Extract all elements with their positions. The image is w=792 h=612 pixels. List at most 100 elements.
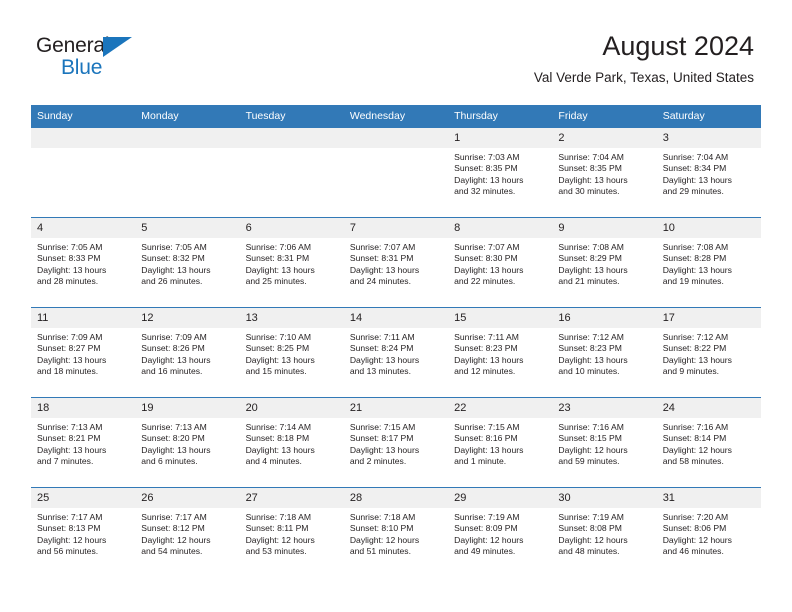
daylight-duration-line2: and 32 minutes.: [454, 186, 516, 197]
day-cell-content: 25 Sunrise: 7:17 AM Sunset: 8:13 PM Dayligh…: [31, 488, 136, 577]
day-cell-content: 8 Sunrise: 7:07 AM Sunset: 8:30 PM Daylight…: [448, 218, 553, 307]
sunset-time: Sunset: 8:31 PM: [245, 253, 310, 264]
logo-text-blue: Blue: [61, 56, 103, 79]
day-sun-info: Sunrise: 7:11 AM Sunset: 8:24 PM Daylight:…: [344, 328, 448, 378]
sunrise-time: Sunrise: 7:17 AM: [141, 512, 207, 522]
calendar-day-cell[interactable]: 13 Sunrise: 7:10 AM Sunset: 8:25 PM Dayligh…: [239, 307, 344, 398]
day-number: 26: [135, 488, 240, 508]
sunset-time: Sunset: 8:32 PM: [141, 253, 205, 264]
day-sun-info: Sunrise: 7:05 AM Sunset: 8:32 PM Daylight:…: [135, 238, 239, 288]
calendar-day-cell[interactable]: 12 Sunrise: 7:09 AM Sunset: 8:26 PM Dayligh…: [135, 307, 240, 398]
calendar-day-cell[interactable]: 18 Sunrise: 7:13 AM Sunset: 8:21 PM Dayligh…: [31, 397, 136, 488]
day-number: 24: [656, 398, 761, 418]
daylight-duration-line1: Daylight: 13 hours: [454, 444, 524, 455]
page-subtitle: Val Verde Park, Texas, United States: [533, 70, 754, 85]
daylight-duration-line1: Daylight: 12 hours: [662, 444, 732, 455]
calendar-day-cell[interactable]: 20 Sunrise: 7:14 AM Sunset: 8:18 PM Dayligh…: [239, 397, 344, 488]
calendar-day-cell[interactable]: 17 Sunrise: 7:12 AM Sunset: 8:22 PM Dayligh…: [656, 307, 761, 398]
daylight-duration-line1: Daylight: 13 hours: [662, 354, 732, 365]
calendar-day-cell[interactable]: 2 Sunrise: 7:04 AM Sunset: 8:35 PM Daylight…: [552, 127, 657, 218]
day-cell-content: 19 Sunrise: 7:13 AM Sunset: 8:20 PM Dayligh…: [135, 398, 240, 487]
day-sun-info: Sunrise: 7:04 AM Sunset: 8:34 PM Daylight:…: [657, 148, 761, 198]
day-sun-info: Sunrise: 7:11 AM Sunset: 8:23 PM Daylight:…: [448, 328, 552, 378]
day-number: 15: [448, 308, 553, 328]
day-cell-content: 14 Sunrise: 7:11 AM Sunset: 8:24 PM Dayligh…: [343, 308, 449, 397]
daylight-duration-line2: and 58 minutes.: [662, 456, 724, 467]
day-cell-content: 22 Sunrise: 7:15 AM Sunset: 8:16 PM Dayligh…: [448, 398, 553, 487]
day-number: 12: [135, 308, 240, 328]
sunrise-time: Sunrise: 7:12 AM: [662, 332, 729, 342]
sunrise-time: Sunrise: 7:08 AM: [558, 242, 624, 252]
calendar-day-cell[interactable]: 27 Sunrise: 7:18 AM Sunset: 8:11 PM Dayligh…: [239, 487, 344, 577]
calendar-day-cell[interactable]: 16 Sunrise: 7:12 AM Sunset: 8:23 PM Dayligh…: [552, 307, 657, 398]
day-sun-info: Sunrise: 7:18 AM Sunset: 8:11 PM Daylight:…: [240, 508, 344, 558]
day-sun-info: Sunrise: 7:09 AM Sunset: 8:27 PM Daylight:…: [31, 328, 135, 378]
day-sun-info: Sunrise: 7:10 AM Sunset: 8:25 PM Daylight:…: [240, 328, 344, 378]
daylight-duration-line1: Daylight: 13 hours: [37, 264, 107, 275]
day-sun-info: Sunrise: 7:15 AM Sunset: 8:17 PM Daylight:…: [344, 418, 448, 468]
day-cell-content: 4 Sunrise: 7:05 AM Sunset: 8:33 PM Daylight…: [31, 218, 136, 307]
calendar-day-cell[interactable]: 21 Sunrise: 7:15 AM Sunset: 8:17 PM Dayligh…: [343, 397, 449, 488]
calendar-day-cell[interactable]: 15 Sunrise: 7:11 AM Sunset: 8:23 PM Dayligh…: [448, 307, 553, 398]
day-sun-info: Sunrise: 7:07 AM Sunset: 8:30 PM Daylight:…: [448, 238, 552, 288]
calendar-day-cell[interactable]: 7 Sunrise: 7:07 AM Sunset: 8:31 PM Daylight…: [343, 217, 449, 308]
sunrise-time: Sunrise: 7:15 AM: [349, 422, 416, 432]
day-number: 1: [448, 128, 553, 148]
daylight-duration-line1: Daylight: 12 hours: [245, 534, 315, 545]
calendar-day-cell[interactable]: 24 Sunrise: 7:16 AM Sunset: 8:14 PM Dayligh…: [656, 397, 761, 488]
sunset-time: Sunset: 8:27 PM: [37, 343, 101, 354]
calendar-day-cell[interactable]: 10 Sunrise: 7:08 AM Sunset: 8:28 PM Dayligh…: [656, 217, 761, 308]
day-number: [135, 128, 240, 148]
daylight-duration-line1: Daylight: 13 hours: [245, 354, 315, 365]
sunset-time: Sunset: 8:15 PM: [558, 433, 622, 444]
calendar-day-cell[interactable]: 3 Sunrise: 7:04 AM Sunset: 8:34 PM Daylight…: [656, 127, 761, 218]
calendar-day-cell[interactable]: 22 Sunrise: 7:15 AM Sunset: 8:16 PM Dayligh…: [448, 397, 553, 488]
daylight-duration-line2: and 9 minutes.: [662, 366, 720, 377]
daylight-duration-line1: Daylight: 13 hours: [349, 264, 420, 275]
calendar-day-cell[interactable]: 25 Sunrise: 7:17 AM Sunset: 8:13 PM Dayligh…: [31, 487, 136, 577]
day-number: 13: [239, 308, 344, 328]
calendar-week-row: 1 Sunrise: 7:03 AM Sunset: 8:35 PM Daylight…: [31, 127, 761, 218]
calendar-day-cell[interactable]: 6 Sunrise: 7:06 AM Sunset: 8:31 PM Daylight…: [239, 217, 344, 308]
weekday-header-tuesday: Tuesday: [239, 105, 344, 128]
day-sun-info: Sunrise: 7:05 AM Sunset: 8:33 PM Daylight:…: [31, 238, 135, 288]
calendar-day-cell[interactable]: 29 Sunrise: 7:19 AM Sunset: 8:09 PM Dayligh…: [448, 487, 553, 577]
calendar-day-cell[interactable]: 19 Sunrise: 7:13 AM Sunset: 8:20 PM Dayligh…: [135, 397, 240, 488]
daylight-duration-line1: Daylight: 12 hours: [558, 534, 628, 545]
day-number: 31: [656, 488, 761, 508]
calendar-day-cell[interactable]: 23 Sunrise: 7:16 AM Sunset: 8:15 PM Dayligh…: [552, 397, 657, 488]
calendar-day-cell[interactable]: 8 Sunrise: 7:07 AM Sunset: 8:30 PM Daylight…: [448, 217, 553, 308]
daylight-duration-line2: and 29 minutes.: [662, 186, 724, 197]
day-number: 7: [343, 218, 449, 238]
calendar-day-cell[interactable]: 31 Sunrise: 7:20 AM Sunset: 8:06 PM Dayligh…: [656, 487, 761, 577]
calendar-day-cell[interactable]: 26 Sunrise: 7:17 AM Sunset: 8:12 PM Dayligh…: [135, 487, 240, 577]
day-number: 6: [239, 218, 344, 238]
sunrise-time: Sunrise: 7:04 AM: [662, 152, 729, 162]
day-cell-content: 24 Sunrise: 7:16 AM Sunset: 8:14 PM Dayligh…: [656, 398, 761, 487]
calendar-day-cell[interactable]: 28 Sunrise: 7:18 AM Sunset: 8:10 PM Dayligh…: [343, 487, 449, 577]
calendar-day-cell[interactable]: 11 Sunrise: 7:09 AM Sunset: 8:27 PM Dayligh…: [31, 307, 136, 398]
day-sun-info: Sunrise: 7:07 AM Sunset: 8:31 PM Daylight:…: [344, 238, 448, 288]
general-blue-logo[interactable]: General Blue: [36, 34, 156, 82]
calendar-day-cell[interactable]: 30 Sunrise: 7:19 AM Sunset: 8:08 PM Dayligh…: [552, 487, 657, 577]
calendar-week-row: 25 Sunrise: 7:17 AM Sunset: 8:13 PM Dayligh…: [31, 487, 761, 577]
sunrise-time: Sunrise: 7:10 AM: [245, 332, 312, 342]
daylight-duration-line2: and 15 minutes.: [245, 366, 307, 377]
calendar-day-cell[interactable]: 14 Sunrise: 7:11 AM Sunset: 8:24 PM Dayligh…: [343, 307, 449, 398]
daylight-duration-line2: and 13 minutes.: [349, 366, 411, 377]
daylight-duration-line2: and 59 minutes.: [558, 456, 620, 467]
sunset-time: Sunset: 8:14 PM: [662, 433, 727, 444]
daylight-duration-line1: Daylight: 13 hours: [245, 264, 315, 275]
calendar-day-cell[interactable]: 9 Sunrise: 7:08 AM Sunset: 8:29 PM Daylight…: [552, 217, 657, 308]
daylight-duration-line2: and 19 minutes.: [662, 276, 724, 287]
calendar-day-cell[interactable]: 4 Sunrise: 7:05 AM Sunset: 8:33 PM Daylight…: [31, 217, 136, 308]
day-cell-content: 21 Sunrise: 7:15 AM Sunset: 8:17 PM Dayligh…: [343, 398, 449, 487]
calendar-day-cell[interactable]: 5 Sunrise: 7:05 AM Sunset: 8:32 PM Daylight…: [135, 217, 240, 308]
day-number: 16: [552, 308, 657, 328]
day-number: 21: [343, 398, 449, 418]
day-cell-content: 10 Sunrise: 7:08 AM Sunset: 8:28 PM Dayligh…: [656, 218, 761, 307]
page-header: General Blue August 2024 Val Verde Park,…: [0, 0, 792, 100]
calendar-day-cell[interactable]: 1 Sunrise: 7:03 AM Sunset: 8:35 PM Daylight…: [448, 127, 553, 218]
sunrise-time: Sunrise: 7:11 AM: [349, 332, 415, 342]
weekday-header-thursday: Thursday: [448, 105, 553, 128]
